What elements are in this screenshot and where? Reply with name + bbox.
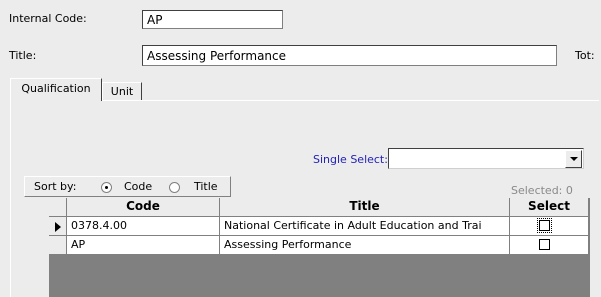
single-select-dropdown[interactable] [388,148,584,169]
single-select-label: Single Select: [313,153,388,166]
sort-code-label[interactable]: Code [124,180,152,193]
column-header-code[interactable]: Code [67,198,220,217]
grid-corner [49,198,67,217]
cell-title[interactable]: National Certificate in Adult Education … [220,217,510,236]
cell-code[interactable]: AP [67,236,220,255]
column-header-select[interactable]: Select [510,198,589,217]
current-row-arrow-icon [55,222,61,232]
tab-unit-label: Unit [110,85,134,98]
sort-title-label[interactable]: Title [194,180,218,193]
column-header-title[interactable]: Title [220,198,510,217]
tab-unit[interactable]: Unit [102,82,142,100]
selected-count-status: Selected: 0 [511,184,573,197]
row-selector[interactable] [49,236,67,255]
sort-title-radio[interactable] [169,182,180,193]
row-selector[interactable] [49,217,67,236]
title-label: Title: [9,49,37,62]
dropdown-arrow-icon[interactable] [565,150,582,168]
sort-by-group: Sort by: Code Title [24,176,231,197]
tab-qualification[interactable]: Qualification [10,78,102,101]
title-field[interactable]: Assessing Performance [142,45,557,66]
cell-title[interactable]: Assessing Performance [220,236,510,255]
internal-code-field[interactable]: AP [142,10,283,29]
tab-qualification-label: Qualification [21,82,91,95]
select-checkbox[interactable] [537,218,552,233]
total-label: Tot: [575,49,595,62]
select-checkbox[interactable] [539,239,550,250]
records-grid: Code Title Select 0378.4.00 National Cer… [49,198,590,297]
cell-code[interactable]: 0378.4.00 [67,217,220,236]
sort-by-label: Sort by: [34,180,77,193]
sort-code-radio[interactable] [101,182,112,193]
cell-select[interactable] [510,236,589,255]
cell-select[interactable] [510,217,589,236]
internal-code-label: Internal Code: [9,12,87,25]
